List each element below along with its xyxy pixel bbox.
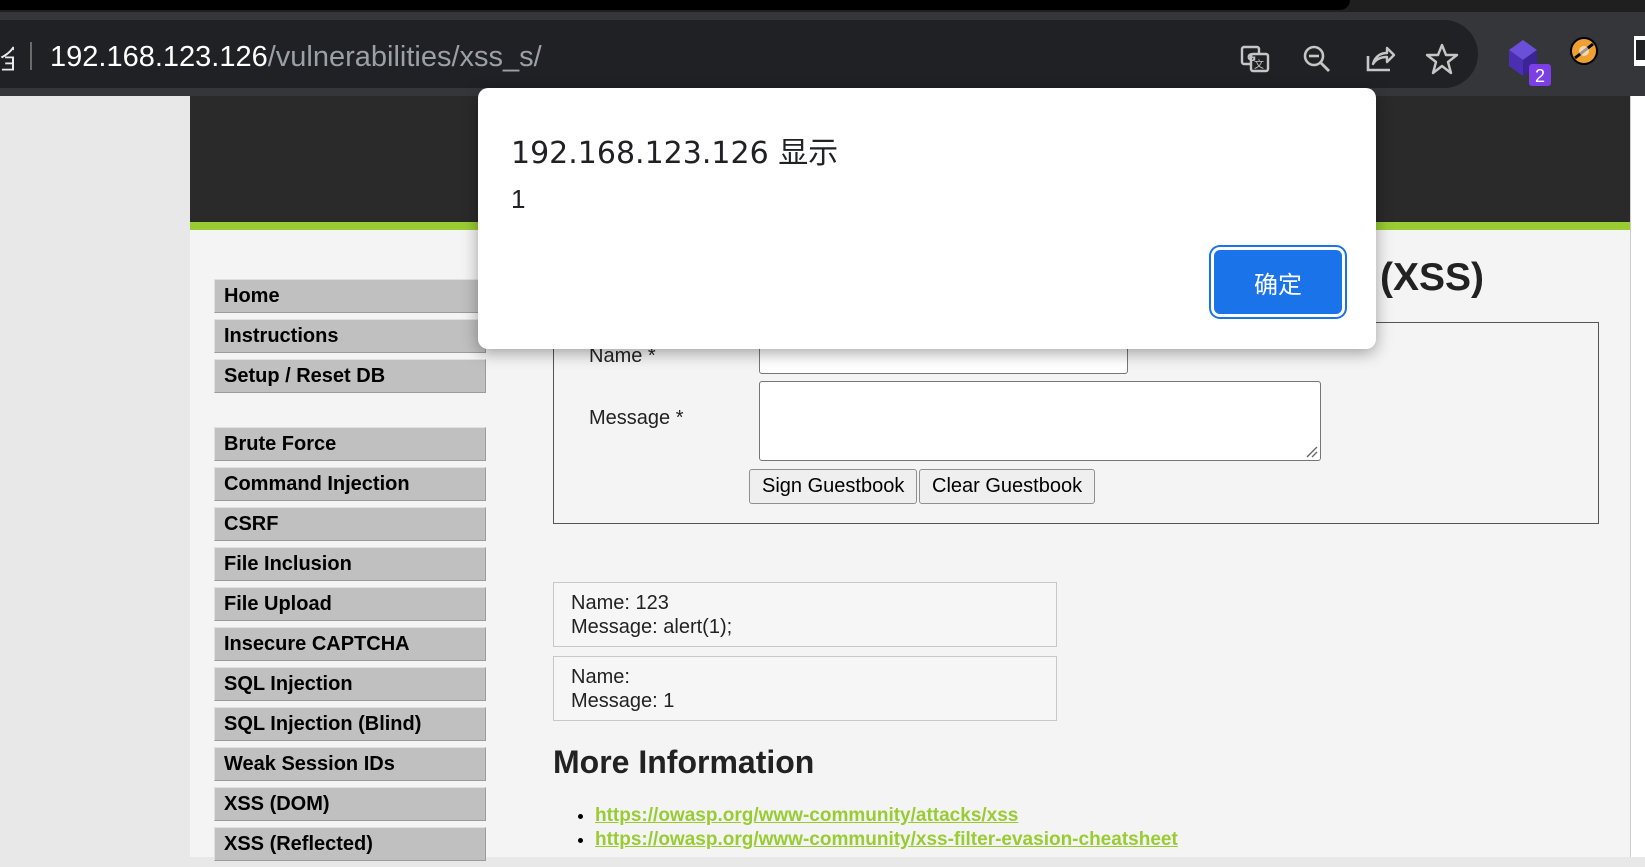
guestbook-form: Name * Message * Sign Guestbook Clear Gu… <box>553 322 1599 524</box>
entry-message: Message: 1 <box>571 690 675 712</box>
owasp-xss-link[interactable]: https://owasp.org/www-community/attacks/… <box>595 805 1018 826</box>
message-textarea[interactable] <box>759 381 1321 461</box>
sidebar-item-xss-reflected[interactable]: XSS (Reflected) <box>214 827 486 861</box>
scrollbar-track[interactable] <box>1630 96 1645 857</box>
site-info-label[interactable]: 全 <box>0 40 14 77</box>
extension-orange-icon[interactable] <box>1569 36 1599 71</box>
dialog-ok-button[interactable]: 确定 <box>1214 250 1342 314</box>
resize-grip-icon[interactable] <box>1304 444 1318 458</box>
reference-links: https://owasp.org/www-community/attacks/… <box>595 804 1178 852</box>
menu-group-main: Home Instructions Setup / Reset DB <box>214 279 486 393</box>
sidebar-item-home[interactable]: Home <box>214 279 486 313</box>
entry-name: Name: 123 <box>571 592 669 614</box>
browser-toolbar: 全 192.168.123.126/vulnerabilities/xss_s/… <box>0 12 1645 96</box>
bookmark-star-icon[interactable] <box>1425 42 1459 76</box>
guestbook-entry: Name: 123 Message: alert(1); <box>553 582 1057 647</box>
url-host: 192.168.123.126 <box>50 41 268 73</box>
entry-message: Message: alert(1); <box>571 616 733 638</box>
menu-spacer <box>214 399 486 427</box>
share-icon[interactable] <box>1363 42 1397 76</box>
list-item: https://owasp.org/www-community/attacks/… <box>595 804 1178 828</box>
url-text[interactable]: 192.168.123.126/vulnerabilities/xss_s/ <box>50 42 542 72</box>
tab-strip <box>0 0 1645 12</box>
sidebar-item-file-inclusion[interactable]: File Inclusion <box>214 547 486 581</box>
translate-icon[interactable]: G文 <box>1238 42 1272 76</box>
owasp-filter-evasion-link[interactable]: https://owasp.org/www-community/xss-filt… <box>595 829 1178 850</box>
sidebar-item-sql-injection[interactable]: SQL Injection <box>214 667 486 701</box>
url-path: /vulnerabilities/xss_s/ <box>267 41 542 73</box>
message-label: Message * <box>589 407 684 429</box>
sidebar-item-command-injection[interactable]: Command Injection <box>214 467 486 501</box>
alert-dialog: 192.168.123.126 显示 1 确定 <box>478 88 1376 349</box>
page-title: (XSS) <box>1380 256 1485 299</box>
sidebar-item-weak-session-ids[interactable]: Weak Session IDs <box>214 747 486 781</box>
profile-icon[interactable] <box>1634 36 1645 71</box>
sidebar-item-instructions[interactable]: Instructions <box>214 319 486 353</box>
address-separator <box>30 42 32 70</box>
sidebar-item-csrf[interactable]: CSRF <box>214 507 486 541</box>
svg-text:文: 文 <box>1254 58 1264 71</box>
address-bar[interactable]: 全 192.168.123.126/vulnerabilities/xss_s/… <box>0 20 1478 88</box>
sidebar-item-sql-injection-blind[interactable]: SQL Injection (Blind) <box>214 707 486 741</box>
dialog-title: 192.168.123.126 显示 <box>511 136 839 171</box>
sidebar-item-setup-reset-db[interactable]: Setup / Reset DB <box>214 359 486 393</box>
more-information-heading: More Information <box>553 744 815 780</box>
list-item: https://owasp.org/www-community/xss-filt… <box>595 828 1178 852</box>
entry-name: Name: <box>571 666 630 688</box>
extension-purple-icon[interactable]: 2 <box>1505 36 1551 91</box>
sidebar-item-brute-force[interactable]: Brute Force <box>214 427 486 461</box>
active-tab[interactable] <box>0 0 1350 10</box>
sidebar-item-insecure-captcha[interactable]: Insecure CAPTCHA <box>214 627 486 661</box>
sign-guestbook-button[interactable]: Sign Guestbook <box>749 469 918 504</box>
sidebar-item-file-upload[interactable]: File Upload <box>214 587 486 621</box>
extension-badge-count: 2 <box>1535 66 1545 86</box>
sidebar-menu: Home Instructions Setup / Reset DB Brute F… <box>214 279 486 867</box>
clear-guestbook-button[interactable]: Clear Guestbook <box>919 469 1096 504</box>
guestbook-entry: Name: Message: 1 <box>553 656 1057 721</box>
menu-group-vulnerabilities: Brute Force Command Injection CSRF File Inc… <box>214 427 486 861</box>
zoom-out-icon[interactable] <box>1300 42 1334 76</box>
sidebar-item-xss-dom[interactable]: XSS (DOM) <box>214 787 486 821</box>
dialog-message: 1 <box>511 184 526 214</box>
